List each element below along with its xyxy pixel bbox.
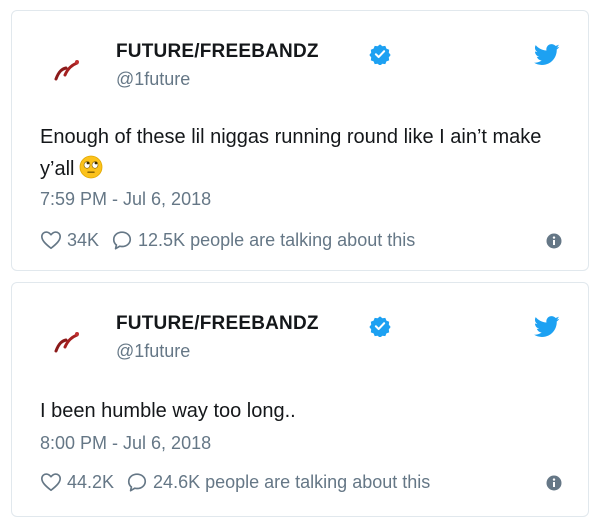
like-count: 34K: [67, 229, 100, 250]
timestamp[interactable]: 8:00 PM - Jul 6, 2018: [40, 433, 211, 454]
like-button[interactable]: 34K: [40, 229, 99, 251]
info-icon[interactable]: [546, 475, 562, 491]
tweet-actions: 44.2K 24.6K people are talking about thi…: [40, 471, 430, 493]
reply-bubble-icon: [112, 231, 132, 250]
handle[interactable]: @1future: [116, 341, 190, 362]
tweet-text: Enough of these lil niggas running round…: [40, 126, 542, 180]
tweet-card[interactable]: FUTURE/FREEBANDZ @1future Enough of thes…: [11, 10, 589, 271]
heart-icon: [41, 231, 61, 250]
reply-bubble-icon: [127, 473, 147, 492]
info-icon[interactable]: [546, 233, 562, 249]
reply-button[interactable]: 12.5K people are talking about this: [111, 229, 415, 251]
timestamp[interactable]: 7:59 PM - Jul 6, 2018: [40, 189, 211, 210]
avatar-icon[interactable]: [50, 51, 86, 87]
display-name[interactable]: FUTURE/FREEBANDZ: [116, 313, 319, 335]
heart-icon: [41, 473, 61, 492]
like-count: 44.2K: [67, 471, 115, 492]
twitter-bird-icon[interactable]: [534, 44, 560, 66]
avatar-icon[interactable]: [50, 323, 86, 359]
verified-icon: [369, 44, 391, 65]
verified-icon: [369, 316, 391, 337]
eye-roll-emoji-icon: [80, 155, 103, 179]
tweet-text: I been humble way too long..: [40, 400, 296, 422]
reply-button[interactable]: 24.6K people are talking about this: [126, 471, 430, 493]
handle[interactable]: @1future: [116, 69, 190, 90]
tweet-actions: 34K 12.5K people are talking about this: [40, 229, 415, 251]
twitter-bird-icon[interactable]: [534, 316, 560, 338]
display-name[interactable]: FUTURE/FREEBANDZ: [116, 41, 319, 63]
talking-count: 12.5K people are talking about this: [138, 229, 416, 250]
tweet-card[interactable]: FUTURE/FREEBANDZ @1future I been humble …: [11, 282, 589, 517]
like-button[interactable]: 44.2K: [40, 471, 114, 493]
talking-count: 24.6K people are talking about this: [153, 471, 431, 492]
